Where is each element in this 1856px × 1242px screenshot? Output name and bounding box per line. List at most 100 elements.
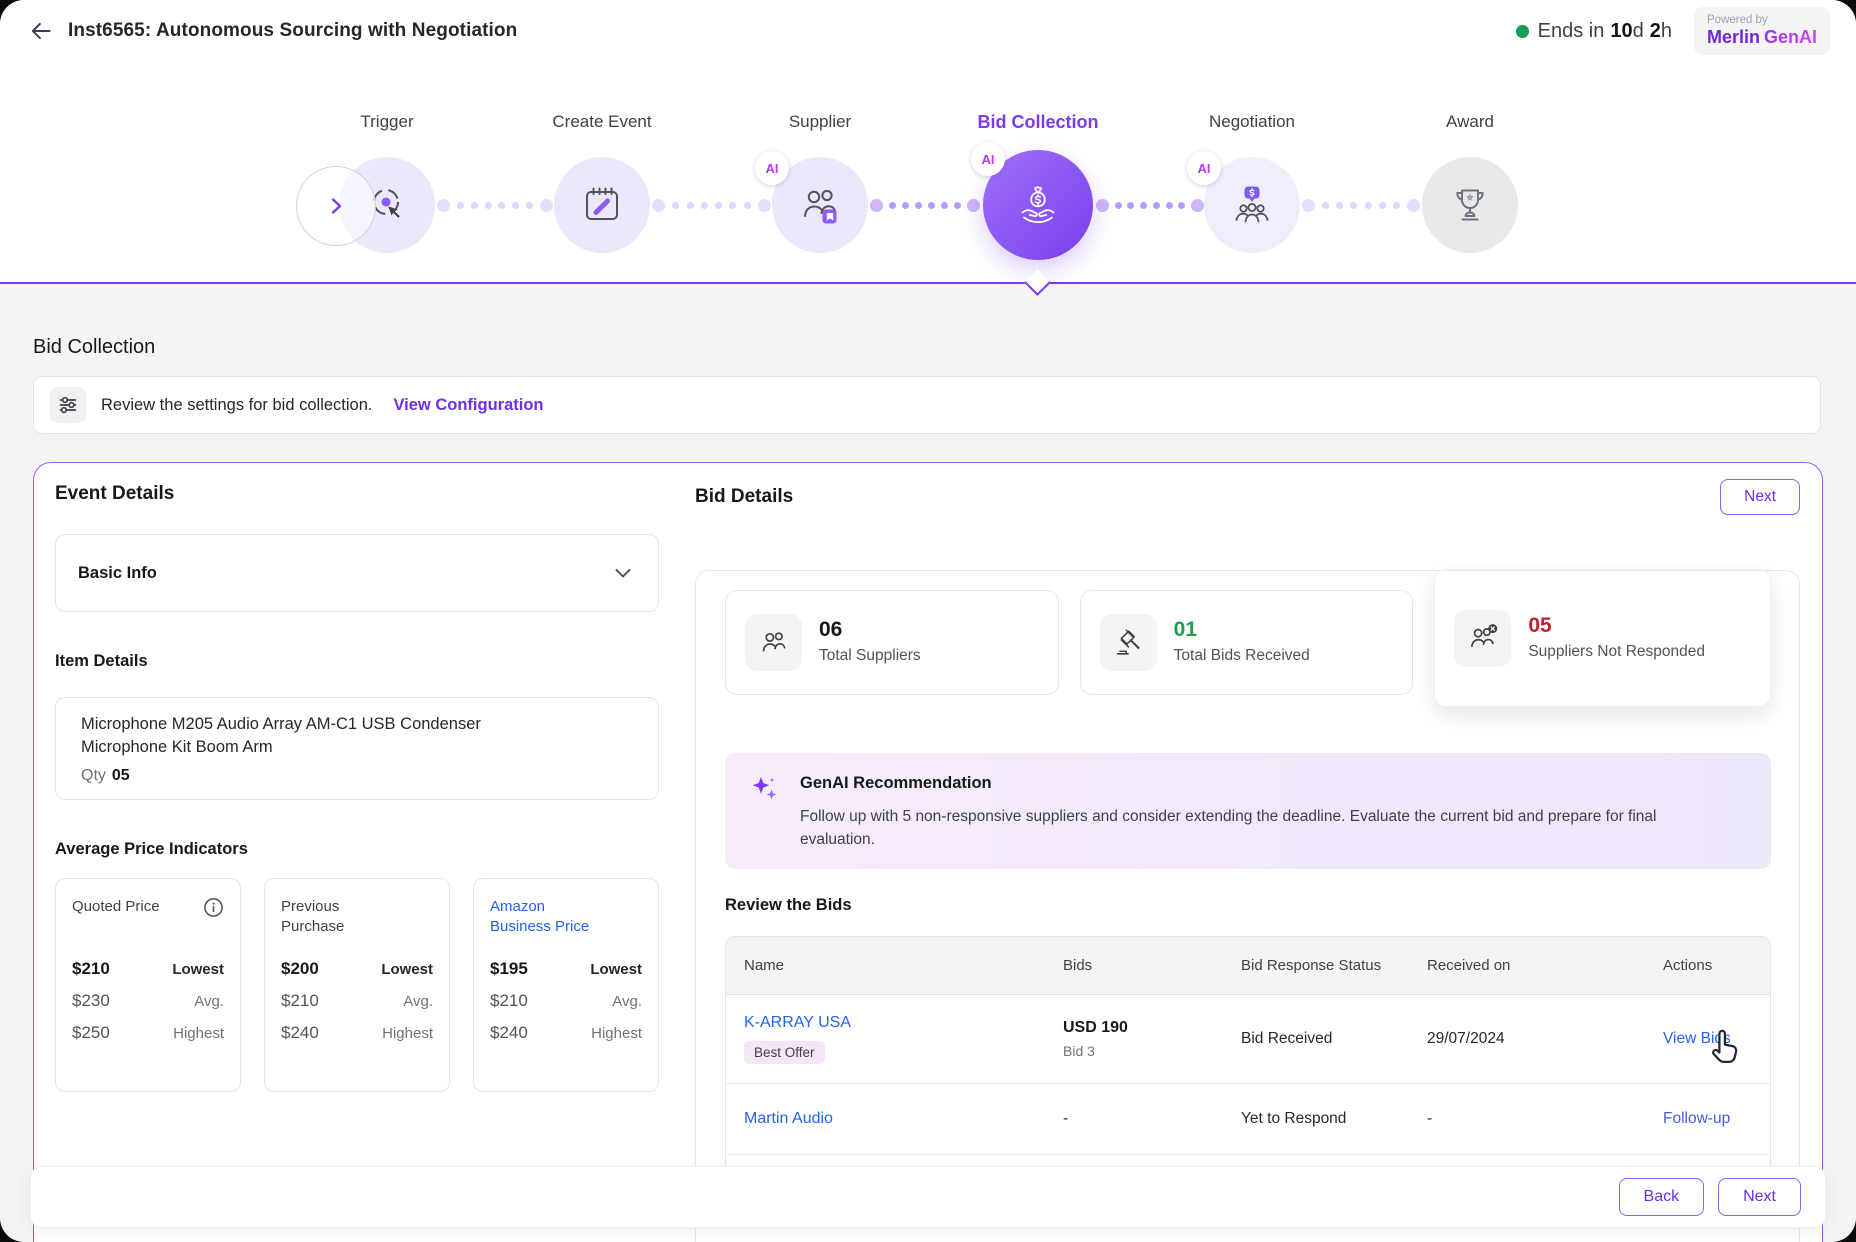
basic-info-dropdown[interactable]: Basic Info bbox=[55, 534, 659, 612]
genai-title: GenAI Recommendation bbox=[800, 774, 1735, 793]
price-indicator-cards: Quoted Price $210Lowest $230Avg. $250Hig… bbox=[55, 878, 659, 1092]
hands-money-icon bbox=[1014, 181, 1062, 229]
item-details-label: Item Details bbox=[55, 652, 659, 671]
price-indicators-label: Average Price Indicators bbox=[55, 840, 659, 859]
info-icon[interactable] bbox=[203, 897, 224, 918]
stepper-connector bbox=[1302, 198, 1420, 212]
trigger-run-icon[interactable] bbox=[296, 166, 376, 246]
bid-details-panel: Bid Details Next 06 Total Suppliers bbox=[695, 477, 1800, 1242]
stepper-connector bbox=[870, 198, 980, 212]
price-row: $200Lowest bbox=[281, 959, 433, 979]
bid-details-title: Bid Details bbox=[695, 486, 793, 508]
back-button[interactable]: Back bbox=[1619, 1178, 1705, 1216]
ends-in-timer: Ends in10d2h bbox=[1538, 20, 1672, 43]
config-banner-text: Review the settings for bid collection. bbox=[101, 396, 372, 415]
bid-amount: USD 190 bbox=[1063, 1019, 1231, 1037]
price-row: $240Highest bbox=[281, 1023, 433, 1043]
item-qty: Qty05 bbox=[81, 767, 633, 785]
total-bids-card: 01Total Bids Received bbox=[1080, 590, 1414, 695]
stepper-connector bbox=[652, 198, 771, 212]
ai-badge: AI bbox=[1187, 151, 1221, 185]
header-right: Ends in10d2h Powered by MerlinGenAI bbox=[1516, 7, 1830, 56]
status-dot bbox=[1516, 25, 1529, 38]
step-create-event[interactable] bbox=[554, 157, 650, 253]
bid-status: Bid Received bbox=[1241, 1030, 1427, 1048]
item-card: Microphone M205 Audio Array AM-C1 USB Co… bbox=[55, 697, 659, 800]
not-responded-label: Suppliers Not Responded bbox=[1528, 642, 1705, 662]
bid-status: Yet to Respond bbox=[1241, 1110, 1427, 1128]
price-row: $195Lowest bbox=[490, 959, 642, 979]
price-row: $210Avg. bbox=[490, 991, 642, 1011]
workflow-stepper: Trigger Create Event Supplier Bid Collec… bbox=[0, 62, 1856, 282]
page-title: Inst6565: Autonomous Sourcing with Negot… bbox=[68, 20, 517, 42]
app-window: Inst6565: Autonomous Sourcing with Negot… bbox=[0, 0, 1856, 1242]
table-row: Martin Audio - Yet to Respond - Follow-u… bbox=[726, 1084, 1770, 1155]
bid-amount: - bbox=[1063, 1110, 1241, 1128]
basic-info-label: Basic Info bbox=[78, 564, 157, 583]
total-suppliers-card: 06 Total Suppliers bbox=[725, 590, 1059, 695]
previous-purchase-card: Previous Purchase $200Lowest $210Avg. $2… bbox=[264, 878, 450, 1092]
received-date: - bbox=[1427, 1110, 1663, 1128]
amazon-business-price-card: Amazon Business Price $195Lowest $210Avg… bbox=[473, 878, 659, 1092]
top-panel: Inst6565: Autonomous Sourcing with Negot… bbox=[0, 0, 1856, 284]
sparkles-icon bbox=[749, 774, 779, 804]
back-arrow-icon[interactable] bbox=[26, 16, 56, 46]
table-header-row: Name Bids Bid Response Status Received o… bbox=[726, 937, 1770, 995]
genai-body: Follow up with 5 non-responsive supplier… bbox=[800, 805, 1735, 852]
step-award[interactable] bbox=[1422, 157, 1518, 253]
step-negotiation[interactable]: AI bbox=[1204, 157, 1300, 253]
ai-badge: AI bbox=[971, 142, 1005, 176]
received-date: 29/07/2024 bbox=[1427, 1030, 1663, 1048]
header: Inst6565: Autonomous Sourcing with Negot… bbox=[0, 0, 1856, 62]
quoted-price-card: Quoted Price $210Lowest $230Avg. $250Hig… bbox=[55, 878, 241, 1092]
genai-logo: GenAI bbox=[1764, 27, 1817, 47]
config-banner: Review the settings for bid collection. … bbox=[33, 376, 1821, 434]
step-label-award: Award bbox=[1446, 112, 1494, 132]
step-label-bid-collection: Bid Collection bbox=[978, 112, 1099, 133]
step-label-supplier: Supplier bbox=[789, 112, 851, 132]
bid-details-card: 06Total Suppliers 01Total Bids Received … bbox=[695, 570, 1800, 1242]
bid-details-next-button[interactable]: Next bbox=[1720, 479, 1800, 515]
ai-badge: AI bbox=[755, 151, 789, 185]
calendar-edit-icon bbox=[580, 183, 624, 227]
step-label-negotiation: Negotiation bbox=[1209, 112, 1295, 132]
not-responded-card: 05 Suppliers Not Responded bbox=[1434, 569, 1771, 707]
amazon-business-price-link[interactable]: Amazon Business Price bbox=[490, 897, 608, 938]
negotiation-icon bbox=[1229, 182, 1275, 228]
supplier-link[interactable]: Martin Audio bbox=[726, 1110, 1063, 1128]
follow-up-link[interactable]: Follow-up bbox=[1663, 1110, 1770, 1128]
step-bid-collection[interactable]: AI bbox=[983, 150, 1093, 260]
event-details-title: Event Details bbox=[55, 483, 659, 505]
main-card: Event Details Basic Info Item Details Mi… bbox=[33, 462, 1823, 1242]
view-configuration-link[interactable]: View Configuration bbox=[393, 396, 543, 415]
next-button[interactable]: Next bbox=[1718, 1178, 1801, 1216]
users-icon bbox=[745, 614, 802, 671]
event-details-panel: Event Details Basic Info Item Details Mi… bbox=[55, 483, 659, 1092]
price-row: $240Highest bbox=[490, 1023, 642, 1043]
review-bids-title: Review the Bids bbox=[725, 896, 1771, 915]
total-suppliers-value: 06 bbox=[819, 618, 921, 642]
col-received: Received on bbox=[1427, 957, 1663, 974]
previous-purchase-title: Previous Purchase bbox=[281, 897, 399, 938]
supplier-link[interactable]: K-ARRAY USA bbox=[744, 1014, 1053, 1032]
bid-count: Bid 3 bbox=[1063, 1043, 1231, 1059]
price-row: $250Highest bbox=[72, 1023, 224, 1043]
not-responded-value: 05 bbox=[1528, 614, 1705, 638]
bid-stats: 06Total Suppliers 01Total Bids Received … bbox=[725, 590, 1771, 728]
footer-bar: Back Next bbox=[30, 1166, 1826, 1228]
price-row: $210Lowest bbox=[72, 959, 224, 979]
trophy-icon bbox=[1448, 183, 1492, 227]
suppliers-icon bbox=[797, 182, 843, 228]
chevron-down-icon bbox=[610, 560, 636, 586]
sliders-icon bbox=[50, 387, 86, 423]
table-row: K-ARRAY USA Best Offer USD 190 Bid 3 Bid… bbox=[726, 995, 1770, 1084]
total-bids-label: Total Bids Received bbox=[1174, 646, 1310, 666]
section-title: Bid Collection bbox=[33, 336, 155, 359]
col-name: Name bbox=[726, 957, 1063, 974]
col-bids: Bids bbox=[1063, 957, 1241, 974]
item-name: Microphone M205 Audio Array AM-C1 USB Co… bbox=[81, 713, 485, 760]
quoted-price-title: Quoted Price bbox=[72, 897, 160, 917]
step-supplier[interactable]: AI bbox=[772, 157, 868, 253]
total-suppliers-label: Total Suppliers bbox=[819, 646, 921, 666]
price-row: $210Avg. bbox=[281, 991, 433, 1011]
